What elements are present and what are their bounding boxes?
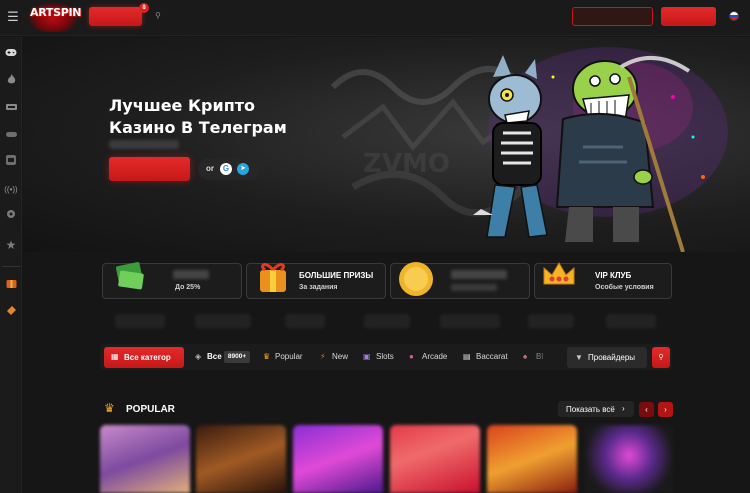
provider-logo[interactable]	[364, 314, 410, 328]
promo-badge: 8	[139, 3, 149, 13]
money-icon	[115, 262, 144, 290]
login-button[interactable]	[572, 7, 653, 26]
tab-arcade[interactable]: Arcade	[422, 352, 447, 361]
tabs-fade	[524, 345, 564, 369]
gamepad-icon[interactable]	[3, 47, 19, 63]
slot-machine-icon: ▣	[363, 352, 371, 361]
providers-label: Провайдеры	[588, 353, 636, 362]
card-subtitle: До 25%	[175, 284, 201, 291]
feature-card-vip[interactable]: VIP КЛУБ Особые условия	[534, 262, 672, 299]
promo-button[interactable]	[89, 7, 142, 26]
settings-icon[interactable]	[3, 209, 19, 225]
crown-icon	[543, 262, 575, 285]
provider-logo[interactable]	[440, 314, 500, 328]
hero-title: Лучшее Крипто Казино В Телеграм	[109, 95, 339, 139]
card-subtitle-blurred	[451, 284, 497, 291]
game-tile[interactable]	[390, 425, 480, 493]
hero-title-line2: Казино В Телеграм	[109, 118, 287, 137]
slot-icon[interactable]	[3, 155, 19, 171]
hero-banner: ZVMO Лучшее Крипто Казино В Телеграм or …	[23, 37, 750, 252]
crown-icon: ♛	[263, 352, 271, 361]
sidebar: ((•)) ★	[0, 37, 22, 493]
game-tile[interactable]	[196, 425, 286, 493]
or-label: or	[206, 164, 214, 173]
tab-slots[interactable]: Slots	[376, 352, 394, 361]
provider-logo[interactable]	[285, 314, 325, 328]
search-icon: ⚲	[658, 354, 664, 361]
cards-icon: ▤	[463, 352, 471, 361]
game-tile[interactable]	[584, 425, 674, 493]
card-subtitle: За задания	[299, 284, 338, 291]
coin-icon	[399, 262, 433, 296]
show-all-label: Показать всё	[566, 405, 615, 414]
fire-icon[interactable]	[3, 74, 19, 90]
ticket-icon[interactable]	[3, 305, 19, 321]
filter-icon: ▼	[575, 353, 583, 362]
provider-logo[interactable]	[528, 314, 574, 328]
joystick-icon: ●	[409, 352, 414, 361]
card-subtitle: Особые условия	[595, 284, 654, 291]
tab-all[interactable]: Все	[207, 352, 222, 361]
menu-icon[interactable]: ☰	[4, 8, 22, 26]
broadcast-icon[interactable]: ((•))	[3, 182, 19, 198]
tab-baccarat[interactable]: Baccarat	[476, 352, 508, 361]
card-title-blurred	[173, 270, 209, 279]
tab-new[interactable]: New	[332, 352, 348, 361]
grid-icon: ▦	[111, 352, 119, 361]
feature-card-prizes[interactable]: БОЛЬШИЕ ПРИЗЫ За задания	[246, 263, 386, 299]
star-icon[interactable]: ★	[3, 237, 19, 253]
next-arrow-button[interactable]: ›	[658, 402, 673, 417]
register-button[interactable]	[661, 7, 716, 26]
feature-card-cashback[interactable]: До 25%	[102, 262, 242, 299]
hero-signup-button[interactable]	[109, 157, 190, 181]
game-count-badge: 8900+	[224, 351, 250, 363]
promo-icon[interactable]	[3, 278, 19, 294]
sidebar-divider	[2, 266, 20, 267]
card-title: БОЛЬШИЕ ПРИЗЫ	[299, 271, 374, 280]
hero-subtitle	[109, 140, 179, 149]
cube-icon: ◈	[195, 352, 202, 361]
game-tile[interactable]	[487, 425, 577, 493]
chevron-right-icon: ›	[622, 404, 625, 413]
search-icon[interactable]: ⚲	[155, 11, 161, 20]
card-title-blurred	[451, 270, 507, 279]
providers-button[interactable]: ▼ Провайдеры	[567, 347, 647, 368]
provider-logo[interactable]	[606, 314, 656, 328]
flag-ru-icon[interactable]	[729, 11, 739, 21]
all-categories-button[interactable]: ▦ Все категор	[104, 347, 184, 368]
all-categories-label: Все категор	[124, 353, 171, 362]
section-title-popular: POPULAR	[126, 404, 175, 415]
search-games-button[interactable]: ⚲	[652, 347, 670, 368]
crown-icon: ♛	[104, 401, 115, 415]
provider-logo[interactable]	[115, 314, 165, 328]
prev-arrow-button[interactable]: ‹	[639, 402, 654, 417]
table-icon[interactable]	[3, 128, 19, 144]
game-tile[interactable]	[100, 425, 190, 493]
hero-characters-art	[473, 47, 728, 252]
live-icon[interactable]	[3, 101, 19, 117]
provider-logo[interactable]	[195, 314, 251, 328]
tab-popular[interactable]: Popular	[275, 352, 303, 361]
hero-title-line1: Лучшее Крипто	[109, 96, 256, 115]
telegram-icon[interactable]: ➤	[237, 163, 249, 175]
card-title: VIP КЛУБ	[595, 271, 632, 280]
gift-icon	[260, 263, 286, 292]
game-tile[interactable]	[293, 425, 383, 493]
lightning-icon: ⚡	[320, 352, 326, 361]
logo[interactable]: ARTSPIN	[30, 6, 81, 19]
show-all-button[interactable]: Показать всё ›	[558, 401, 634, 417]
feature-card-coin[interactable]	[390, 262, 530, 299]
google-icon[interactable]: G	[220, 163, 232, 175]
